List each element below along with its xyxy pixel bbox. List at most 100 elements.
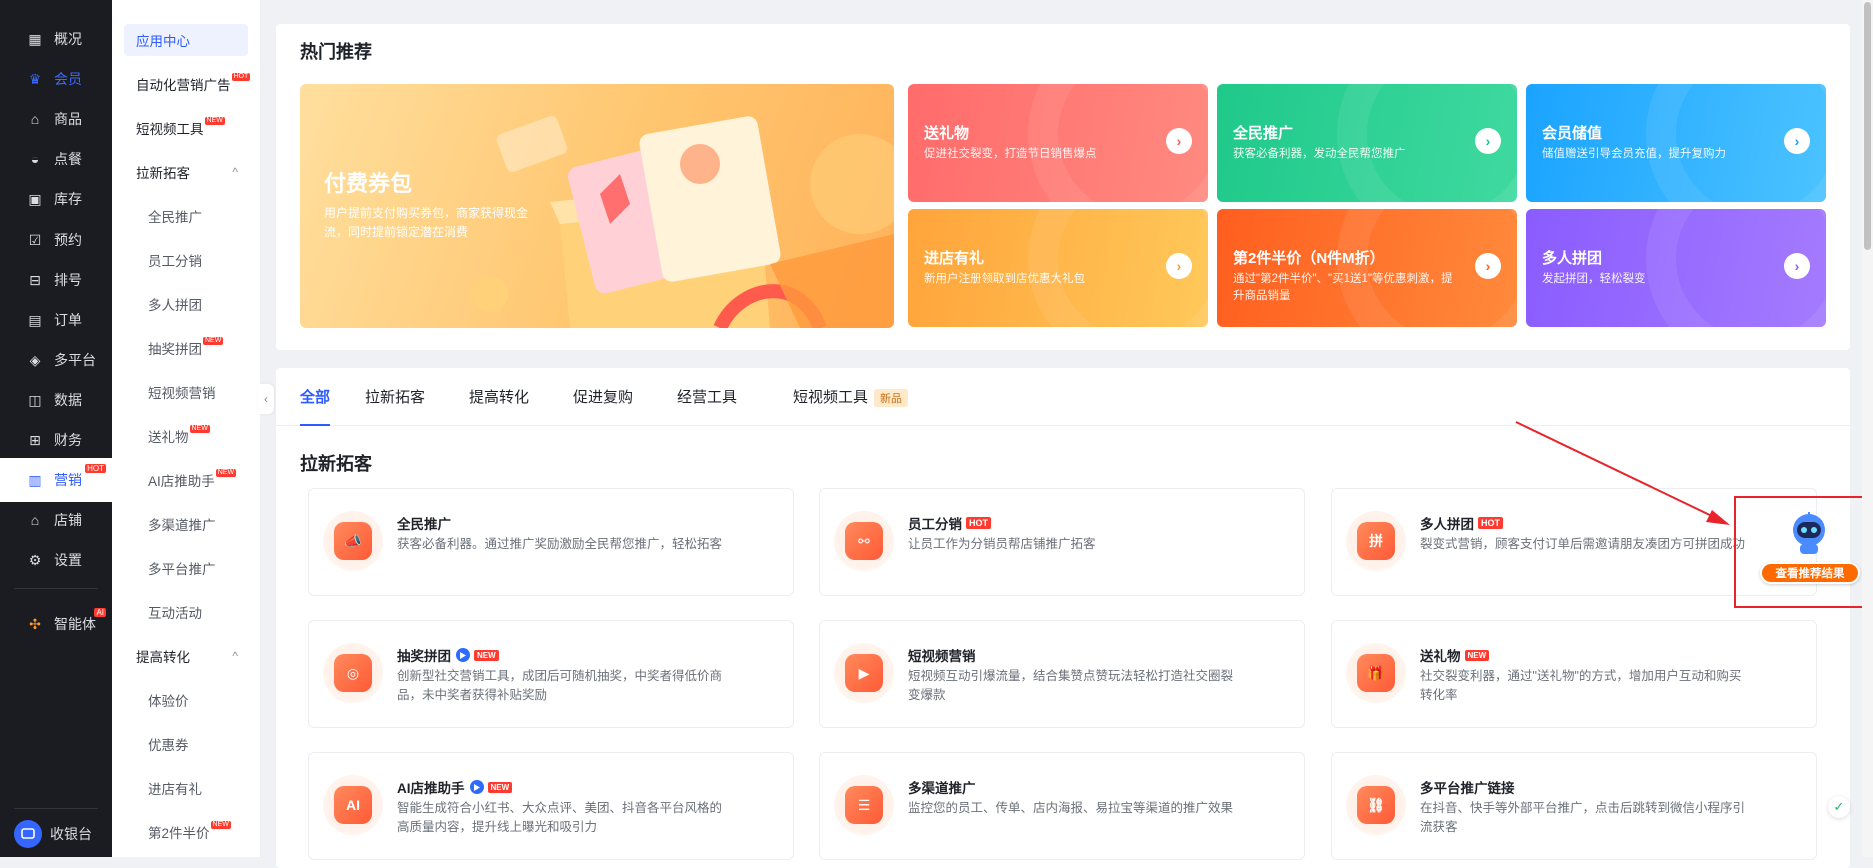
nav-item-7[interactable]: ▤ 订单 bbox=[0, 298, 112, 342]
main-nav: ▦ 概况 ♛ 会员 ⌂ 商品 ◒ 点餐 ▣ 库存 ☑ 预约 ⊟ 排号 ▤ 订单 ◈ 多平台 ◫ 数据 ⊞ 财务 ▥ 营销 HOT… bbox=[0, 0, 112, 857]
icon-glyph: 拼 bbox=[1357, 522, 1395, 560]
submenu-item-1[interactable]: 自动化营销广告 HOT bbox=[124, 68, 251, 100]
app-tag: NEW bbox=[1464, 649, 1490, 661]
inventory-icon: ▣ bbox=[28, 190, 42, 207]
icon-glyph: ⚯ bbox=[845, 522, 883, 560]
arrow-right-icon[interactable]: › bbox=[1475, 128, 1501, 154]
app-desc: 监控您的员工、传单、店内海报、易拉宝等渠道的推广效果 bbox=[908, 801, 1234, 815]
nav-item-3[interactable]: ◒ 点餐 bbox=[0, 137, 112, 181]
hot-card-5[interactable]: 多人拼团 发起拼团，轻松裂变 › bbox=[1526, 209, 1826, 327]
nav-item-label: 多平台 bbox=[54, 352, 96, 368]
submenu-label: AI店推助手 bbox=[148, 474, 215, 489]
nav-item-11[interactable]: ▥ 营销 HOT bbox=[0, 458, 112, 502]
tab-4[interactable]: 经营工具 bbox=[677, 386, 737, 426]
app-card-7[interactable]: ☰ 多渠道推广 监控您的员工、传单、店内海报、易拉宝等渠道的推广效果 bbox=[819, 752, 1305, 860]
submenu-badge: NEW bbox=[189, 425, 210, 433]
submenu-item-4[interactable]: 全民推广 bbox=[124, 200, 248, 232]
submenu-item-3[interactable]: 拉新拓客 ^ bbox=[124, 156, 248, 188]
submenu-label: 应用中心 bbox=[136, 34, 190, 49]
card-desc: 发起拼团，轻松裂变 bbox=[1542, 273, 1646, 285]
arrow-right-icon[interactable]: › bbox=[1166, 128, 1192, 154]
submenu-item-16[interactable]: 优惠券 bbox=[124, 728, 248, 760]
tab-1[interactable]: 拉新拓客 bbox=[365, 386, 425, 426]
tab-2[interactable]: 提高转化 bbox=[469, 386, 529, 426]
submenu-item-15[interactable]: 体验价 bbox=[124, 684, 248, 716]
hot-card-1[interactable]: 全民推广 获客必备利器，发动全民帮您推广 › bbox=[1217, 84, 1517, 202]
card-desc: 获客必备利器，发动全民帮您推广 bbox=[1233, 148, 1406, 160]
app-card-0[interactable]: 📣 全民推广获客必备利器。通过推广奖励激励全民帮您推广，轻松拓客 bbox=[308, 488, 794, 596]
submenu-item-9[interactable]: 送礼物 NEW bbox=[124, 420, 248, 452]
submenu-item-12[interactable]: 多平台推广 bbox=[124, 552, 248, 584]
submenu-item-2[interactable]: 短视频工具 NEW bbox=[124, 112, 248, 144]
submenu-item-13[interactable]: 互动活动 bbox=[124, 596, 248, 628]
nav-item-12[interactable]: ⌂ 店铺 bbox=[0, 498, 112, 542]
submenu-label: 短视频工具 bbox=[136, 122, 204, 137]
arrow-right-icon[interactable]: › bbox=[1784, 128, 1810, 154]
channel-icon: ☰ bbox=[834, 775, 894, 835]
nav-item-13[interactable]: ⚙ 设置 bbox=[0, 538, 112, 582]
view-recommendation-button[interactable]: 查看推荐结果 bbox=[1760, 562, 1860, 584]
submenu-item-14[interactable]: 提高转化 ^ bbox=[124, 640, 248, 672]
app-card-1[interactable]: ⚯ 员工分销 HOT 让员工作为分销员帮店铺推广拓客 bbox=[819, 488, 1305, 596]
tab-0[interactable]: 全部 bbox=[300, 386, 331, 426]
submenu-item-17[interactable]: 进店有礼 bbox=[124, 772, 248, 804]
cashier-button[interactable]: 收银台 bbox=[14, 818, 106, 850]
banner-paid-coupon[interactable]: 付费券包 用户提前支付购买券包，商家获得现金流，同时提前锁定潜在消费 bbox=[300, 84, 894, 328]
nav-item-2[interactable]: ⌂ 商品 bbox=[0, 97, 112, 141]
submenu-badge: NEW bbox=[215, 469, 237, 477]
app-card-5[interactable]: 🎁 送礼物 NEW 社交裂变利器，通过"送礼物"的方式，增加用户互动和购买转化率 bbox=[1331, 620, 1817, 728]
nav-item-label: 商品 bbox=[54, 111, 82, 127]
submenu-item-7[interactable]: 抽奖拼团 NEW bbox=[124, 332, 248, 364]
submenu-item-18[interactable]: 第2件半价 NEW bbox=[124, 816, 248, 848]
check-icon[interactable]: ✓ bbox=[1828, 796, 1850, 818]
arrow-right-icon[interactable]: › bbox=[1475, 253, 1501, 279]
app-card-6[interactable]: AI AI店推助手 NEW 智能生成符合小红书、大众点评、美团、抖音各平台风格的高质量… bbox=[308, 752, 794, 860]
nav-item-8[interactable]: ◈ 多平台 bbox=[0, 338, 112, 382]
video-icon: ▶ bbox=[834, 643, 894, 703]
arrow-right-icon[interactable]: › bbox=[1166, 253, 1192, 279]
new-product-badge: 新品 bbox=[874, 389, 909, 407]
nav-item-10[interactable]: ⊞ 财务 bbox=[0, 418, 112, 462]
nav-item-0[interactable]: ▦ 概况 bbox=[0, 17, 112, 61]
nav-item-1[interactable]: ♛ 会员 bbox=[0, 57, 112, 101]
submenu-item-11[interactable]: 多渠道推广 bbox=[124, 508, 248, 540]
app-card-8[interactable]: ⛓ 多平台推广链接 在抖音、快手等外部平台推广，点击后跳转到微信小程序引流获客 bbox=[1331, 752, 1817, 860]
nav-item-label: 库存 bbox=[54, 191, 82, 207]
robot-assistant-icon[interactable] bbox=[1786, 510, 1832, 556]
submenu-item-6[interactable]: 多人拼团 bbox=[124, 288, 248, 320]
submenu-item-8[interactable]: 短视频营销 bbox=[124, 376, 248, 408]
nav-item-14[interactable]: ✣ 智能体 AI bbox=[0, 602, 112, 646]
hot-card-2[interactable]: 会员储值 储值赠送引导会员充值，提升复购力 › bbox=[1526, 84, 1826, 202]
scrollbar[interactable] bbox=[1862, 0, 1873, 857]
nav-item-4[interactable]: ▣ 库存 bbox=[0, 177, 112, 221]
nav-item-6[interactable]: ⊟ 排号 bbox=[0, 258, 112, 302]
tab-3[interactable]: 促进复购 bbox=[573, 386, 633, 426]
hot-card-0[interactable]: 送礼物 促进社交裂变，打造节日销售爆点 › bbox=[908, 84, 1208, 202]
submenu-item-0[interactable]: 应用中心 bbox=[124, 24, 248, 56]
app-card-3[interactable]: ◎ 抽奖拼团 NEW 创新型社交营销工具，成团后可随机抽奖，中奖者得低价商品，未中奖者… bbox=[308, 620, 794, 728]
hot-card-3[interactable]: 进店有礼 新用户注册领取到店优惠大礼包 › bbox=[908, 209, 1208, 327]
submenu-item-5[interactable]: 员工分销 bbox=[124, 244, 248, 276]
app-desc: 获客必备利器。通过推广奖励激励全民帮您推广，轻松拓客 bbox=[397, 537, 723, 551]
submenu-label: 多平台推广 bbox=[148, 562, 216, 577]
chevron-up-icon: ^ bbox=[232, 649, 238, 663]
group-buy-icon: 拼 bbox=[1346, 511, 1406, 571]
collapse-sidebar-button[interactable]: ‹ bbox=[258, 384, 274, 414]
dish-icon: ◒ bbox=[30, 151, 40, 167]
nav-item-label: 财务 bbox=[54, 432, 82, 448]
submenu-label: 进店有礼 bbox=[148, 782, 202, 797]
submenu-label: 互动活动 bbox=[148, 606, 202, 621]
nav-item-5[interactable]: ☑ 预约 bbox=[0, 218, 112, 262]
submenu-label: 优惠券 bbox=[148, 738, 189, 753]
nav-item-9[interactable]: ◫ 数据 bbox=[0, 378, 112, 422]
icon-glyph: 🎁 bbox=[1357, 654, 1395, 692]
app-card-4[interactable]: ▶ 短视频营销 短视频互动引爆流量，结合集赞点赞玩法轻松打造社交圈裂变爆款 bbox=[819, 620, 1305, 728]
arrow-right-icon[interactable]: › bbox=[1784, 253, 1810, 279]
icon-glyph: 📣 bbox=[334, 522, 372, 560]
hot-recommend-title: 热门推荐 bbox=[300, 42, 372, 62]
tab-5[interactable]: 短视频工具 新品 bbox=[793, 386, 909, 426]
submenu-item-10[interactable]: AI店推助手 NEW bbox=[124, 464, 248, 496]
app-title-row: 全民推广 bbox=[397, 513, 451, 533]
hot-card-4[interactable]: 第2件半价（N件M折） 通过"第2件半价"、"买1送1"等优惠刺激，提升商品销量 › bbox=[1217, 209, 1517, 327]
app-tag: HOT bbox=[966, 517, 991, 529]
